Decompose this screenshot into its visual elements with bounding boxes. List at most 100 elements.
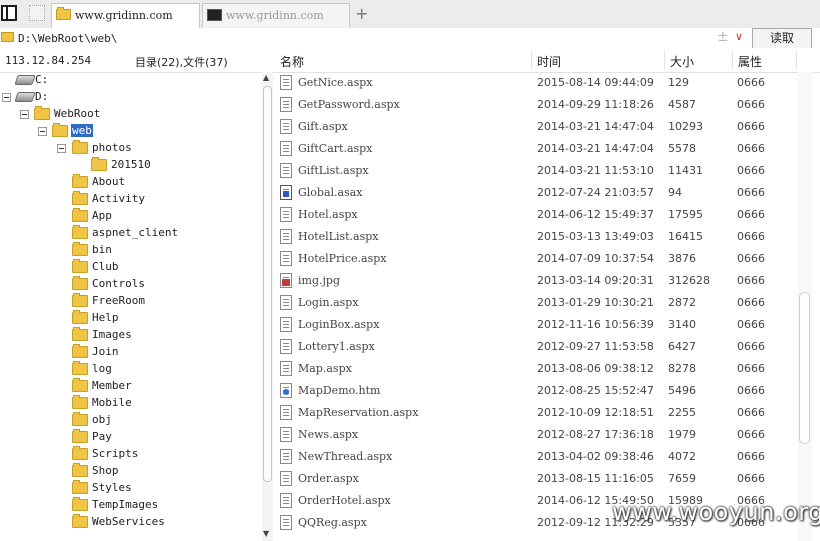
file-row[interactable]: GetPassword.aspx 2014-09-29 11:18:26 4587 0… (274, 94, 798, 116)
tree-node-folder[interactable]: About (0, 174, 262, 191)
tree-node-folder[interactable]: Pay (0, 429, 262, 446)
chevron-down-icon[interactable]: ∨ (735, 30, 743, 43)
tree-node-folder[interactable]: Join (0, 344, 262, 361)
file-row[interactable]: Login.aspx 2013-01-29 10:30:21 2872 0666 (274, 292, 798, 314)
file-time: 2015-08-14 09:44:09 (537, 76, 654, 89)
collapse-icon[interactable] (2, 93, 11, 102)
file-row[interactable]: HotelList.aspx 2015-03-13 13:49:03 16415 06… (274, 226, 798, 248)
file-size: 94 (668, 186, 682, 199)
tree-node-folder[interactable]: TempImages (0, 497, 262, 514)
read-button[interactable]: 读取 (752, 28, 812, 49)
tree-label: FreeRoom (92, 294, 145, 307)
scroll-up-icon[interactable]: ▲ (263, 73, 269, 82)
drive-icon (14, 92, 36, 102)
tree-node-folder[interactable]: aspnet_client (0, 225, 262, 242)
tree-node-folder[interactable]: Help (0, 310, 262, 327)
file-row[interactable]: Global.asax 2012-07-24 21:03:57 94 0666 (274, 182, 798, 204)
file-attr: 0666 (737, 428, 765, 441)
file-row[interactable]: HotelPrice.aspx 2014-07-09 10:37:54 3876 06… (274, 248, 798, 270)
file-attr: 0666 (737, 252, 765, 265)
file-list-pane: 名称 时间 大小 属性 GetNice.aspx 2015-08-14 09:44… (274, 48, 820, 541)
file-name: GetPassword.aspx (298, 98, 400, 111)
scroll-thumb[interactable] (263, 86, 272, 482)
tree-node-folder[interactable]: Shop (0, 463, 262, 480)
tree-label: Member (92, 379, 132, 392)
tab-terminal[interactable]: www.gridinn.com (202, 3, 350, 27)
tree-node-photos[interactable]: photos (0, 140, 262, 157)
tree-node-folder[interactable]: Member (0, 378, 262, 395)
tree-node-drive-d[interactable]: D: (0, 89, 262, 106)
file-row[interactable]: MapReservation.aspx 2012-10-09 12:18:51 22… (274, 402, 798, 424)
tab-file-manager[interactable]: www.gridinn.com (51, 3, 200, 29)
file-name: GetNice.aspx (298, 76, 373, 89)
file-row[interactable]: Hotel.aspx 2014-06-12 15:49:37 17595 0666 (274, 204, 798, 226)
file-row[interactable]: LoginBox.aspx 2012-11-16 10:56:39 3140 0666 (274, 314, 798, 336)
tree-node-201510[interactable]: 201510 (0, 157, 262, 174)
folder-icon (72, 463, 88, 477)
tree-node-folder[interactable]: log (0, 361, 262, 378)
tree-scrollbar[interactable]: ▲ ▼ (262, 72, 273, 541)
file-time: 2012-09-27 11:53:58 (537, 340, 654, 353)
tree-node-folder[interactable]: FreeRoom (0, 293, 262, 310)
file-name: LoginBox.aspx (298, 318, 380, 331)
file-attr: 0666 (737, 120, 765, 133)
column-time[interactable]: 时间 (537, 53, 561, 70)
file-row[interactable]: GetNice.aspx 2015-08-14 09:44:09 129 0666 (274, 72, 798, 94)
tree-label: D: (35, 90, 49, 103)
folder-icon (72, 412, 88, 426)
tree-node-folder[interactable]: bin (0, 242, 262, 259)
collapse-icon[interactable] (20, 110, 29, 119)
tree-node-drive-c[interactable]: C: (0, 72, 262, 89)
file-row[interactable]: NewThread.aspx 2013-04-02 09:38:46 4072 066… (274, 446, 798, 468)
file-row[interactable]: img.jpg 2013-03-14 09:20:31 312628 0666 (274, 270, 798, 292)
add-bookmark-icon[interactable]: ± (717, 29, 729, 45)
file-row[interactable]: Lottery1.aspx 2012-09-27 11:53:58 6427 0666 (274, 336, 798, 358)
aspx-file-icon (280, 229, 292, 244)
tree-node-folder[interactable]: Club (0, 259, 262, 276)
tree-node-folder[interactable]: Styles (0, 480, 262, 497)
tree-node-folder[interactable]: obj (0, 412, 262, 429)
tree-node-folder[interactable]: App (0, 208, 262, 225)
blank-tab-icon[interactable] (29, 5, 45, 21)
aspx-file-icon (280, 449, 292, 464)
tree-node-web[interactable]: web (0, 123, 262, 140)
tree-label: Club (92, 260, 119, 273)
path-input[interactable] (18, 30, 708, 46)
collapse-icon[interactable] (57, 144, 66, 153)
file-time: 2014-03-21 11:53:10 (537, 164, 654, 177)
file-list-scrollbar[interactable] (798, 72, 812, 541)
tree-node-folder[interactable]: Mobile (0, 395, 262, 412)
aspx-file-icon (280, 427, 292, 442)
collapse-icon[interactable] (38, 127, 47, 136)
scroll-down-icon[interactable]: ▼ (263, 529, 269, 538)
column-attr[interactable]: 属性 (738, 53, 762, 70)
file-row[interactable]: GiftList.aspx 2014-03-21 11:53:10 11431 066… (274, 160, 798, 182)
file-row[interactable]: Map.aspx 2013-08-06 09:38:12 8278 0666 (274, 358, 798, 380)
aspx-file-icon (280, 405, 292, 420)
panel-toggle-icon[interactable] (1, 5, 17, 21)
tree-node-folder[interactable]: WebServices (0, 514, 262, 531)
tree-label: web (71, 124, 93, 137)
tree-node-webroot[interactable]: WebRoot (0, 106, 262, 123)
tree-node-folder[interactable]: Images (0, 327, 262, 344)
tree-node-folder[interactable]: Activity (0, 191, 262, 208)
folder-icon (72, 208, 88, 222)
file-row[interactable]: Order.aspx 2013-08-15 11:16:05 7659 0666 (274, 468, 798, 490)
tree-node-folder[interactable]: Controls (0, 276, 262, 293)
file-row[interactable]: Gift.aspx 2014-03-21 14:47:04 10293 0666 (274, 116, 798, 138)
folder-icon (1, 32, 14, 42)
new-tab-icon[interactable]: + (355, 4, 368, 23)
tree-node-folder[interactable]: Scripts (0, 446, 262, 463)
file-name: MapDemo.htm (298, 384, 381, 397)
file-size: 16415 (668, 230, 703, 243)
column-name[interactable]: 名称 (280, 53, 304, 70)
file-row[interactable]: MapDemo.htm 2012-08-25 15:52:47 5496 0666 (274, 380, 798, 402)
file-row[interactable]: GiftCart.aspx 2014-03-21 14:47:04 5578 0666 (274, 138, 798, 160)
column-size[interactable]: 大小 (670, 53, 694, 70)
scroll-thumb[interactable] (799, 292, 810, 444)
tree-label: 201510 (111, 158, 151, 171)
file-attr: 0666 (737, 274, 765, 287)
file-row[interactable]: News.aspx 2012-08-27 17:36:18 1979 0666 (274, 424, 798, 446)
file-attr: 0666 (737, 98, 765, 111)
file-attr: 0666 (737, 472, 765, 485)
